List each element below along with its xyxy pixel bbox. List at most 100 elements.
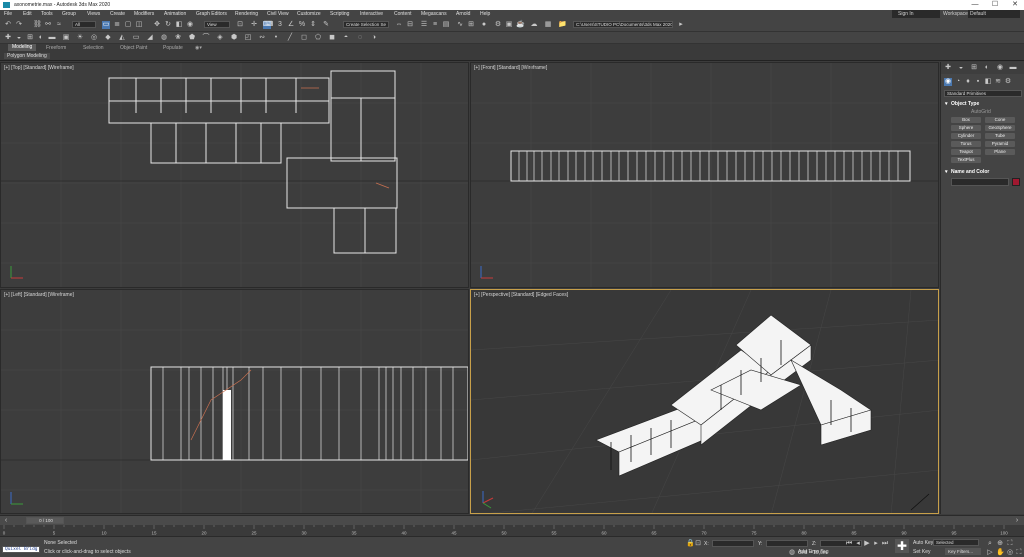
window-crossing-icon[interactable]: ◫ bbox=[135, 21, 143, 29]
menu-file[interactable]: File bbox=[4, 11, 12, 17]
tab-freeform[interactable]: Freeform bbox=[46, 45, 66, 51]
spinner-snap-icon[interactable]: ⇕ bbox=[309, 21, 317, 29]
menu-group[interactable]: Group bbox=[62, 11, 76, 17]
add-time-tag[interactable]: Add Time Tag bbox=[798, 549, 828, 555]
create-icon[interactable]: ✚ bbox=[4, 34, 12, 42]
schematic-view-icon[interactable]: ⊞ bbox=[467, 21, 475, 29]
menu-customize[interactable]: Customize bbox=[297, 11, 321, 17]
zoom-icon[interactable]: ⌕ bbox=[986, 540, 994, 548]
maximize-button[interactable]: ☐ bbox=[988, 1, 1002, 9]
menu-content[interactable]: Content bbox=[394, 11, 412, 17]
placement-icon[interactable]: ◉ bbox=[186, 21, 194, 29]
tab-object-paint[interactable]: Object Paint bbox=[120, 45, 147, 51]
compound-icon[interactable]: ⬟ bbox=[188, 34, 196, 42]
project-more-icon[interactable]: ▸ bbox=[677, 21, 685, 29]
keyboard-shortcut-icon[interactable]: ⌨ bbox=[263, 21, 273, 29]
geometry-category-icon[interactable]: ◉ bbox=[944, 78, 952, 86]
rendered-frame-icon[interactable]: ▣ bbox=[505, 21, 513, 29]
angle-snap-icon[interactable]: ∠ bbox=[287, 21, 295, 29]
ribbon-options-icon[interactable]: ◉▾ bbox=[195, 45, 202, 51]
select-by-name-icon[interactable]: ≣ bbox=[113, 21, 121, 29]
motion-tab-icon[interactable]: ◐ bbox=[983, 64, 991, 72]
shapes-category-icon[interactable]: ◔ bbox=[954, 78, 962, 86]
key-mode-dropdown[interactable]: Selected bbox=[933, 539, 979, 546]
primitive-type-dropdown[interactable]: Standard Primitives bbox=[944, 90, 1022, 97]
object-type-rollout-arrow-icon[interactable]: ▾ bbox=[945, 101, 948, 107]
zoom-extents-icon[interactable]: ⛶ bbox=[1006, 540, 1014, 548]
display-icon[interactable]: ▬ bbox=[48, 34, 56, 42]
undo-icon[interactable]: ↶ bbox=[4, 21, 12, 29]
maximize-viewport-icon[interactable]: ⛶ bbox=[1015, 549, 1023, 557]
element-icon[interactable]: ◼ bbox=[328, 34, 336, 42]
link-icon[interactable]: ⛓ bbox=[33, 21, 42, 29]
timeline-prev-icon[interactable]: ‹ bbox=[2, 517, 10, 525]
cone-button[interactable]: Cone bbox=[985, 117, 1015, 123]
pan-icon[interactable]: ✋ bbox=[996, 549, 1005, 557]
move-icon[interactable]: ✥ bbox=[153, 21, 161, 29]
edit-named-selection-icon[interactable]: ✎ bbox=[322, 21, 330, 29]
lights-category-icon[interactable]: ♦ bbox=[964, 78, 972, 86]
viewport-left[interactable]: [+] [Left] [Standard] [Wireframe] bbox=[0, 289, 469, 514]
name-and-color-header[interactable]: Name and Color bbox=[951, 169, 989, 175]
menu-rendering[interactable]: Rendering bbox=[235, 11, 258, 17]
toggle-scene-explorer-icon[interactable]: ☰ bbox=[420, 21, 428, 29]
unlink-icon[interactable]: ⚯ bbox=[44, 21, 52, 29]
snaps-toggle-icon[interactable]: 3 bbox=[276, 21, 284, 29]
orbit-icon[interactable]: ◎ bbox=[1006, 549, 1014, 557]
set-key-icon[interactable]: ✚ bbox=[895, 539, 909, 553]
viewport-front[interactable]: [+] [Front] [Standard] [Wireframe] bbox=[470, 62, 939, 288]
display-tab-icon[interactable]: ◉ bbox=[996, 64, 1004, 72]
modify-tab-icon[interactable]: ◒ bbox=[957, 64, 965, 72]
spline-icon[interactable]: ∾ bbox=[258, 34, 266, 42]
menu-interactive[interactable]: Interactive bbox=[360, 11, 383, 17]
material-editor-icon[interactable]: ● bbox=[480, 21, 488, 29]
lock-selection-icon[interactable]: 🔒 bbox=[686, 540, 695, 548]
shape-icon[interactable]: ▭ bbox=[132, 34, 140, 42]
nurbs-icon[interactable]: ⌒ bbox=[202, 34, 210, 42]
x-coordinate-field[interactable] bbox=[712, 540, 754, 547]
menu-megascans[interactable]: Megascans bbox=[421, 11, 447, 17]
named-selection-dropdown[interactable]: Create Selection Se bbox=[343, 21, 389, 28]
motion-icon[interactable]: ◐ bbox=[37, 34, 45, 42]
mesh-icon[interactable]: ◈ bbox=[216, 34, 224, 42]
light-icon[interactable]: ☀ bbox=[76, 34, 84, 42]
spacewarps-category-icon[interactable]: ≋ bbox=[994, 78, 1002, 86]
zoom-all-icon[interactable]: ⊕ bbox=[996, 540, 1004, 548]
textplus-button[interactable]: TextPlus bbox=[951, 157, 981, 163]
camera-icon[interactable]: ◎ bbox=[90, 34, 98, 42]
ribbon-toggle-icon[interactable]: ▤ bbox=[442, 21, 450, 29]
tab-populate[interactable]: Populate bbox=[163, 45, 183, 51]
menu-help[interactable]: Help bbox=[480, 11, 490, 17]
menu-modifiers[interactable]: Modifiers bbox=[134, 11, 154, 17]
mirror-icon[interactable]: ⇔ bbox=[395, 21, 403, 29]
project-folder-icon[interactable]: 📁 bbox=[558, 21, 567, 29]
plane-button[interactable]: Plane bbox=[985, 149, 1015, 155]
geosphere-button[interactable]: GeoSphere bbox=[985, 125, 1015, 131]
menu-graph-editors[interactable]: Graph Editors bbox=[196, 11, 227, 17]
menu-create[interactable]: Create bbox=[110, 11, 125, 17]
box-button[interactable]: Box bbox=[951, 117, 981, 123]
render-production-icon[interactable]: ☕ bbox=[516, 21, 525, 29]
modify-icon[interactable]: ◒ bbox=[15, 34, 23, 42]
poly-icon[interactable]: ⬢ bbox=[230, 34, 238, 42]
helpers-category-icon[interactable]: ◧ bbox=[984, 78, 992, 86]
tube-button[interactable]: Tube bbox=[985, 133, 1015, 139]
systems-category-icon[interactable]: ⚙ bbox=[1004, 78, 1012, 86]
sphere-button[interactable]: Sphere bbox=[951, 125, 981, 131]
patch-icon[interactable]: ◰ bbox=[244, 34, 252, 42]
go-to-start-icon[interactable]: ⏮ bbox=[845, 540, 853, 548]
menu-animation[interactable]: Animation bbox=[164, 11, 186, 17]
name-color-rollout-arrow-icon[interactable]: ▾ bbox=[945, 169, 948, 175]
spacewarp-icon[interactable]: ◭ bbox=[118, 34, 126, 42]
set-key-button[interactable]: Set Key bbox=[913, 549, 931, 555]
key-filters-button[interactable]: Key Filters... bbox=[945, 548, 981, 555]
layer-explorer-icon[interactable]: ≡ bbox=[431, 21, 439, 29]
menu-arnold[interactable]: Arnold bbox=[456, 11, 470, 17]
menu-scripting[interactable]: Scripting bbox=[330, 11, 349, 17]
torus-button[interactable]: Torus bbox=[951, 141, 981, 147]
percent-snap-icon[interactable]: % bbox=[298, 21, 306, 29]
curve-editor-icon[interactable]: ∿ bbox=[456, 21, 464, 29]
create-tab-icon[interactable]: ✚ bbox=[944, 64, 952, 72]
menu-views[interactable]: Views bbox=[87, 11, 100, 17]
tab-modeling[interactable]: Modeling bbox=[8, 44, 37, 51]
